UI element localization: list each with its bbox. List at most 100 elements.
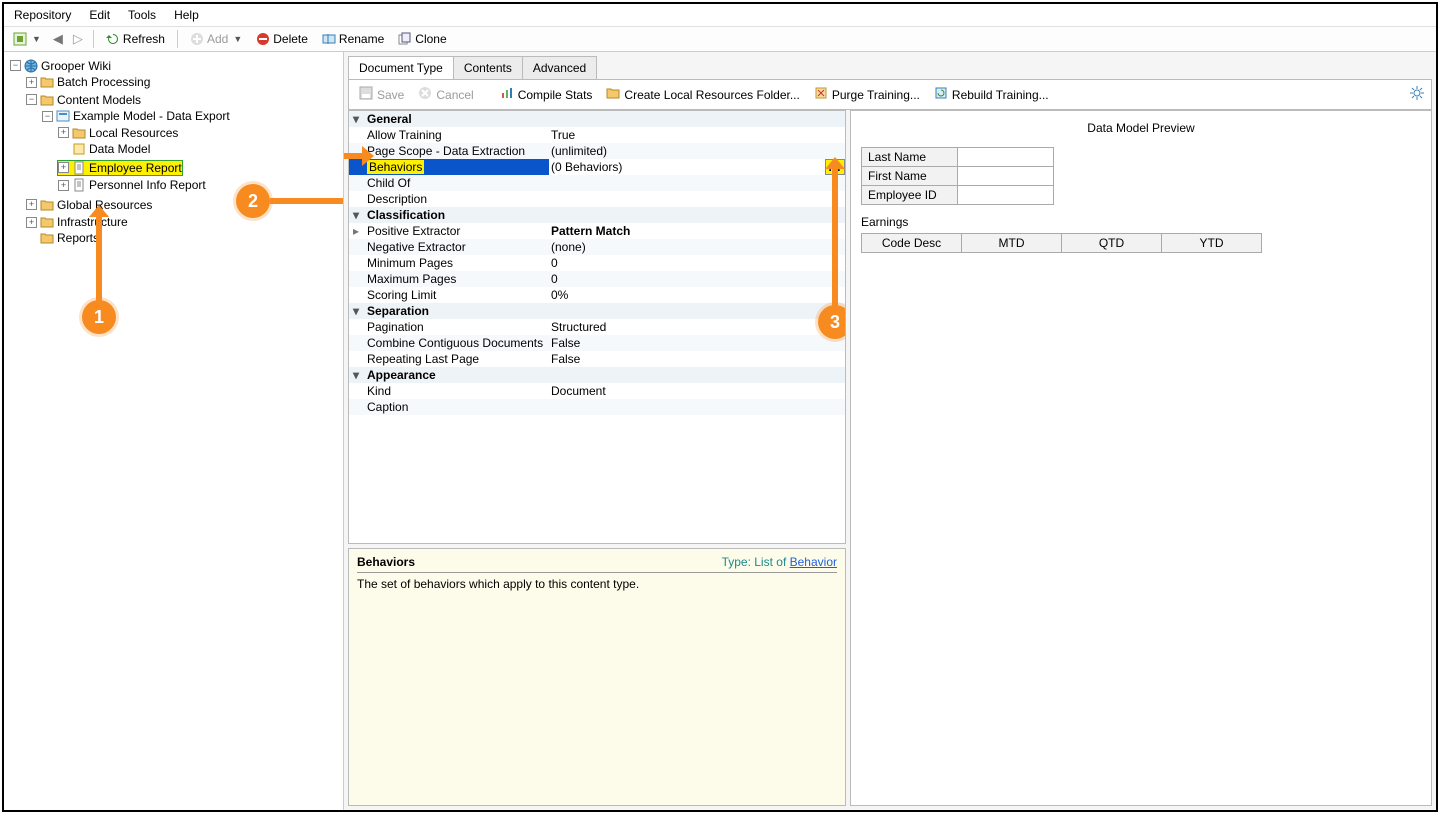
- toolbar-home-icon[interactable]: ▼: [9, 30, 45, 48]
- globe-icon: [24, 59, 38, 73]
- preview-field-value[interactable]: [958, 148, 1054, 167]
- prop-value[interactable]: Pattern Match: [549, 223, 845, 239]
- desc-body: The set of behaviors which apply to this…: [357, 577, 837, 591]
- prop-value[interactable]: [549, 399, 845, 415]
- prop-value[interactable]: (unlimited): [549, 143, 845, 159]
- menu-edit[interactable]: Edit: [89, 8, 110, 22]
- prop-name[interactable]: Combine Contiguous Documents: [363, 335, 549, 351]
- callout-badge-3: 3: [818, 305, 846, 339]
- menu-repository[interactable]: Repository: [14, 8, 71, 22]
- callout-badge-1: 1: [82, 300, 116, 334]
- purge-training-button[interactable]: Purge Training...: [810, 84, 924, 105]
- prop-value[interactable]: [549, 175, 845, 191]
- save-button[interactable]: Save: [355, 84, 408, 105]
- prop-row-behaviors[interactable]: Behaviors (0 Behaviors) ...: [349, 159, 845, 175]
- prop-name[interactable]: Positive Extractor: [363, 223, 549, 239]
- delete-button[interactable]: Delete: [252, 30, 312, 48]
- add-button[interactable]: Add ▼: [186, 30, 246, 48]
- property-description: Behaviors Type: List of Behavior The set…: [348, 548, 846, 806]
- tree-item-personnel-report[interactable]: Personnel Info Report: [89, 178, 206, 192]
- tree-item-local-resources[interactable]: Local Resources: [89, 126, 178, 140]
- prop-value[interactable]: Structured: [549, 319, 845, 335]
- folder-icon: [40, 75, 54, 89]
- prop-name[interactable]: Description: [363, 191, 549, 207]
- group-header-general[interactable]: General: [367, 112, 412, 126]
- tree-item-data-model[interactable]: Data Model: [89, 142, 150, 156]
- prop-value[interactable]: (none): [549, 239, 845, 255]
- menu-tools[interactable]: Tools: [128, 8, 156, 22]
- prop-name[interactable]: Maximum Pages: [363, 271, 549, 287]
- tab-advanced[interactable]: Advanced: [522, 56, 597, 79]
- tree-item-content-models[interactable]: Content Models: [57, 93, 141, 107]
- prop-value[interactable]: [549, 191, 845, 207]
- earnings-label: Earnings: [861, 215, 1421, 229]
- earnings-col-qtd: QTD: [1062, 234, 1162, 253]
- refresh-button[interactable]: Refresh: [102, 30, 169, 48]
- arrow-up-icon: [825, 157, 845, 169]
- prop-value[interactable]: 0: [549, 271, 845, 287]
- settings-gear-icon[interactable]: [1409, 85, 1425, 104]
- group-header-separation[interactable]: Separation: [367, 304, 429, 318]
- folder-icon: [40, 215, 54, 229]
- tree-item-employee-report[interactable]: +Employee Report: [58, 161, 182, 175]
- nav-back-icon[interactable]: ◀: [51, 31, 65, 47]
- preview-field-label: Last Name: [862, 148, 958, 167]
- callout-line: [270, 198, 344, 204]
- folder-icon: [40, 198, 54, 212]
- desc-title: Behaviors: [357, 555, 415, 569]
- editor-tabs: Document Type Contents Advanced: [344, 52, 1436, 79]
- prop-name[interactable]: Scoring Limit: [363, 287, 549, 303]
- preview-field-value[interactable]: [958, 167, 1054, 186]
- rebuild-training-button[interactable]: Rebuild Training...: [930, 84, 1053, 105]
- prop-name[interactable]: Negative Extractor: [363, 239, 549, 255]
- preview-field-label: Employee ID: [862, 186, 958, 205]
- cancel-button[interactable]: Cancel: [414, 84, 477, 105]
- rename-button[interactable]: Rename: [318, 30, 388, 48]
- folder-icon: [40, 231, 54, 245]
- repository-tree[interactable]: − Grooper Wiki +Batch Processing −Conten…: [6, 56, 341, 249]
- preview-field-value[interactable]: [958, 186, 1054, 205]
- group-header-classification[interactable]: Classification: [367, 208, 445, 222]
- callout-badge-2: 2: [236, 184, 270, 218]
- prop-value[interactable]: Document: [549, 383, 845, 399]
- prop-value[interactable]: False: [549, 335, 845, 351]
- prop-name[interactable]: Kind: [363, 383, 549, 399]
- earnings-col-ytd: YTD: [1162, 234, 1262, 253]
- prop-name[interactable]: Page Scope - Data Extraction: [363, 143, 549, 159]
- prop-value[interactable]: True: [549, 127, 845, 143]
- tree-root-label[interactable]: Grooper Wiki: [41, 59, 111, 73]
- menu-help[interactable]: Help: [174, 8, 199, 22]
- tree-item-batch-processing[interactable]: Batch Processing: [57, 75, 150, 89]
- tab-document-type[interactable]: Document Type: [348, 56, 454, 79]
- desc-type-link[interactable]: Behavior: [790, 555, 837, 569]
- clone-button[interactable]: Clone: [394, 30, 450, 48]
- callout-line: [96, 212, 102, 302]
- compile-stats-button[interactable]: Compile Stats: [496, 84, 597, 105]
- tree-item-reports[interactable]: Reports: [57, 231, 99, 245]
- datamodel-icon: [72, 142, 86, 156]
- tree-item-example-model[interactable]: Example Model - Data Export: [73, 109, 230, 123]
- tab-contents[interactable]: Contents: [453, 56, 523, 79]
- desc-type-label: Type: List of: [722, 555, 790, 569]
- tree-item-infrastructure[interactable]: Infrastructure: [57, 215, 128, 229]
- prop-value[interactable]: 0: [549, 255, 845, 271]
- folder-icon: [40, 93, 54, 107]
- property-grid[interactable]: ▾General Allow TrainingTrue Page Scope -…: [348, 110, 846, 544]
- menu-bar: Repository Edit Tools Help: [4, 4, 1436, 26]
- preview-field-label: First Name: [862, 167, 958, 186]
- prop-name[interactable]: Minimum Pages: [363, 255, 549, 271]
- prop-value[interactable]: 0%: [549, 287, 845, 303]
- prop-name[interactable]: Repeating Last Page: [363, 351, 549, 367]
- prop-name[interactable]: Child Of: [363, 175, 549, 191]
- create-local-resources-button[interactable]: Create Local Resources Folder...: [602, 85, 803, 104]
- nav-forward-icon[interactable]: ▷: [71, 31, 85, 47]
- group-header-appearance[interactable]: Appearance: [367, 368, 436, 382]
- prop-name[interactable]: Allow Training: [363, 127, 549, 143]
- preview-title: Data Model Preview: [861, 121, 1421, 135]
- prop-name[interactable]: Caption: [363, 399, 549, 415]
- prop-value[interactable]: False: [549, 351, 845, 367]
- model-icon: [56, 109, 70, 123]
- prop-name[interactable]: Pagination: [363, 319, 549, 335]
- data-model-preview: Data Model Preview Last Name First Name …: [850, 110, 1432, 806]
- editor-toolbar: Save Cancel Compile Stats Create Local R…: [348, 79, 1432, 110]
